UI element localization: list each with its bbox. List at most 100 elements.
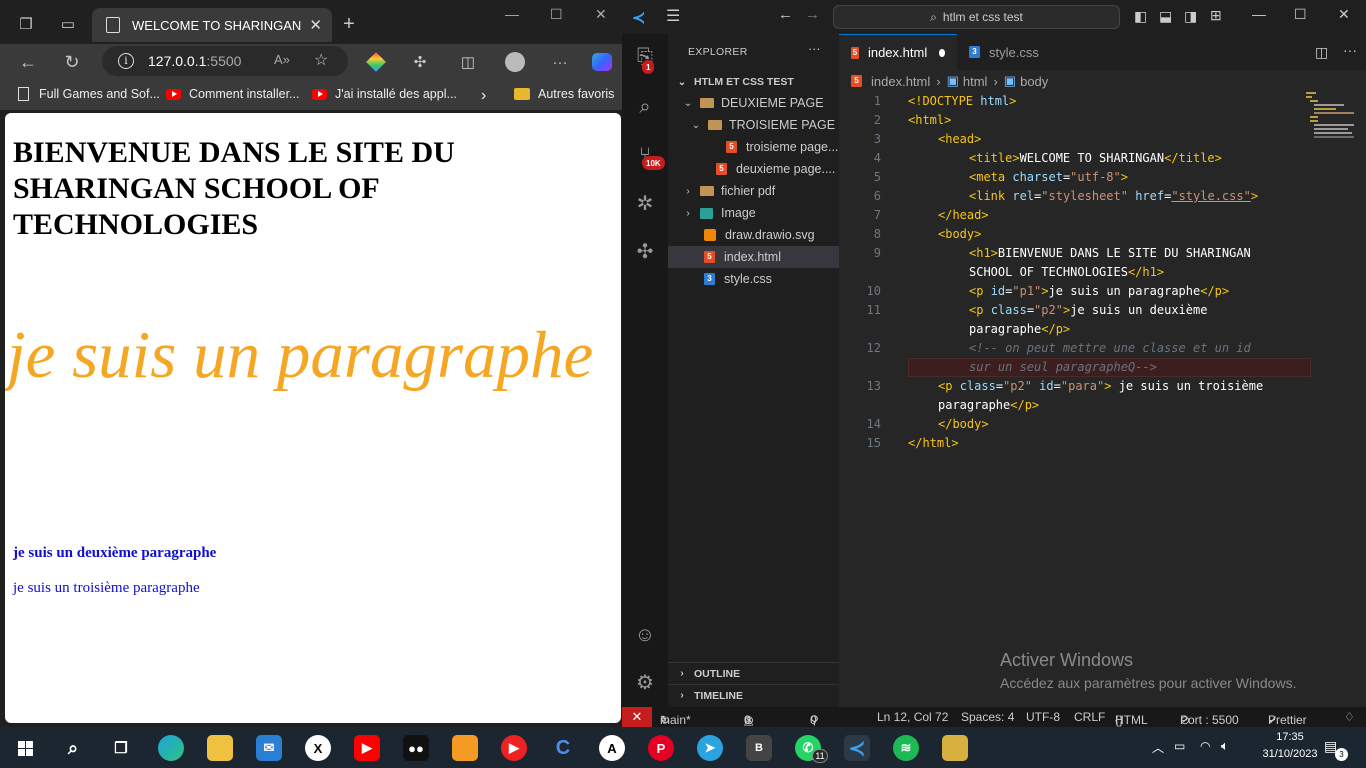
search-view-icon[interactable]: ⌕ [632, 94, 658, 120]
breadcrumb-item[interactable]: index.html [871, 74, 930, 89]
folder-icon [708, 120, 722, 130]
breadcrumb-item[interactable]: body [1020, 74, 1048, 89]
pinterest-icon[interactable]: P [648, 735, 674, 761]
more-menu-icon[interactable]: ··· [548, 50, 572, 74]
bookmarks-overflow-icon[interactable]: › [481, 87, 486, 105]
manage-gear-icon[interactable]: ⚙ [632, 669, 658, 695]
media-app-icon[interactable] [452, 735, 478, 761]
tree-item-style-css[interactable]: 3 style.css [668, 268, 839, 290]
tab-style-css[interactable]: 3 style.css [957, 34, 1057, 70]
tree-item-image[interactable]: › Image [668, 202, 839, 224]
end-of-line[interactable]: CRLF [1074, 710, 1105, 724]
other-favorites[interactable]: Autres favoris [514, 87, 614, 101]
line-number: 5 [873, 170, 881, 184]
copilot-icon[interactable] [590, 50, 614, 74]
unsaved-dot-icon[interactable] [939, 48, 945, 57]
tree-item-drawio[interactable]: draw.drawio.svg [668, 224, 839, 246]
player-icon[interactable]: ▶ [501, 735, 527, 761]
browser-tab[interactable]: WELCOME TO SHARINGAN ✕ [92, 8, 332, 42]
tab-actions-icon[interactable]: ▭ [56, 12, 80, 36]
bookmark-2[interactable]: Comment installer... [166, 87, 299, 101]
tree-item-troisieme-page-file[interactable]: 5 troisieme page... [668, 136, 839, 158]
tree-item-troisieme-page[interactable]: ⌄ TROISIEME PAGE [668, 114, 839, 136]
maximize-icon[interactable]: ☐ [1294, 6, 1307, 23]
code-editor[interactable]: 1 2 3 4 5 6 7 8 9 10 11 12 13 14 15 <!DO… [839, 92, 1366, 692]
nav-back-icon[interactable]: ← [778, 6, 793, 23]
extensions-icon[interactable]: ✣ [632, 238, 658, 264]
image-folder-icon [700, 207, 713, 219]
tab-index-html[interactable]: 5 index.html [839, 34, 957, 70]
outline-section[interactable]: › OUTLINE [668, 662, 839, 684]
menu-icon[interactable]: ☰ [666, 6, 680, 26]
toggle-panel-icon[interactable]: ⬓ [1159, 8, 1172, 25]
tree-item-fichier-pdf[interactable]: › fichier pdf [668, 180, 839, 202]
bookmark-1[interactable]: Full Games and Sof... [18, 87, 160, 101]
remote-indicator-icon[interactable]: ✕ [622, 707, 652, 727]
minimize-icon[interactable]: — [1252, 6, 1266, 22]
project-root[interactable]: ⌄ HTLM ET CSS TEST [668, 71, 839, 93]
tray-overflow-icon[interactable]: ︿ [1152, 739, 1164, 756]
extensions-puzzle-icon[interactable]: ✣ [408, 50, 432, 74]
profile-avatar[interactable] [503, 50, 527, 74]
wifi-icon[interactable]: ◠ [1200, 739, 1210, 753]
vscode-taskbar-icon[interactable]: ≺ [844, 735, 870, 761]
address-host: 127.0.0.1 [148, 53, 207, 69]
minimize-icon[interactable]: — [505, 6, 519, 22]
bookmark-3[interactable]: J'ai installé des appl... [312, 87, 457, 101]
tree-item-deuxieme-page-file[interactable]: 5 deuxieme page.... [668, 158, 839, 180]
minimap[interactable] [1304, 92, 1364, 152]
encoding[interactable]: UTF-8 [1026, 710, 1060, 724]
cursor-position[interactable]: Ln 12, Col 72 [877, 710, 948, 724]
extension-icon[interactable] [364, 50, 388, 74]
breadcrumb-item[interactable]: html [963, 74, 988, 89]
b-app-icon[interactable]: B [746, 735, 772, 761]
timeline-section[interactable]: › TIMELINE [668, 684, 839, 706]
accounts-icon[interactable]: ☺ [632, 622, 658, 648]
close-tab-icon[interactable]: ✕ [309, 16, 322, 34]
close-window-icon[interactable]: ✕ [595, 6, 607, 23]
search-icon[interactable]: ⌕ [60, 735, 86, 761]
refresh-icon[interactable]: ↻ [60, 50, 84, 74]
nav-forward-icon[interactable]: → [805, 6, 820, 23]
windows-start-icon[interactable] [12, 735, 38, 761]
maximize-icon[interactable]: ☐ [550, 6, 563, 23]
workspaces-icon[interactable]: ❒ [14, 12, 38, 36]
volume-icon[interactable]: 🔈︎ [1221, 738, 1229, 754]
tree-item-index-html[interactable]: 5 index.html [668, 246, 839, 268]
edge-icon[interactable] [158, 735, 184, 761]
command-center-search[interactable]: ⌕ htlm et css test [833, 5, 1120, 29]
file-explorer-icon[interactable] [207, 735, 233, 761]
customize-layout-icon[interactable]: ⊞ [1210, 7, 1222, 24]
video-editor-icon[interactable] [942, 735, 968, 761]
tree-item-deuxieme-page[interactable]: ⌄ DEUXIEME PAGE [668, 92, 839, 114]
split-editor-icon[interactable]: ◫ [1315, 44, 1328, 61]
telegram-icon[interactable]: ➤ [697, 735, 723, 761]
clock-time[interactable]: 17:35 [1250, 731, 1330, 743]
editor-more-icon[interactable]: ··· [1343, 42, 1357, 58]
indentation[interactable]: Spaces: 4 [961, 710, 1014, 724]
app-store-icon[interactable]: A [599, 735, 625, 761]
c-app-icon[interactable]: C [550, 735, 576, 761]
toggle-secondary-sidebar-icon[interactable]: ◨ [1184, 8, 1197, 25]
address-bar[interactable]: i 127.0.0.1:5500 A» ☆ [102, 46, 348, 76]
task-view-icon[interactable]: ❐ [108, 735, 134, 761]
mail-icon[interactable]: ✉ [256, 735, 282, 761]
toggle-sidebar-icon[interactable]: ◧ [1134, 8, 1147, 25]
read-aloud-icon[interactable]: A» [274, 52, 290, 67]
youtube-icon[interactable]: ▶ [354, 735, 380, 761]
explorer-more-icon[interactable]: ··· [808, 42, 821, 56]
medium-icon[interactable]: ●● [403, 735, 429, 761]
run-debug-icon[interactable]: ✲ [632, 190, 658, 216]
notifications-bell-icon[interactable]: ♢ [1344, 710, 1355, 724]
close-window-icon[interactable]: ✕ [1338, 6, 1350, 23]
site-info-icon[interactable]: i [118, 53, 134, 69]
x-icon[interactable]: X [305, 735, 331, 761]
youtube-icon [312, 88, 327, 100]
spotify-icon[interactable]: ≋ [893, 735, 919, 761]
back-icon[interactable]: ← [16, 50, 40, 74]
favorite-star-icon[interactable]: ☆ [314, 50, 328, 70]
split-screen-icon[interactable]: ◫ [456, 50, 480, 74]
clock-date[interactable]: 31/10/2023 [1246, 748, 1334, 760]
battery-icon[interactable]: ▭ [1174, 739, 1185, 753]
new-tab-icon[interactable]: + [337, 12, 361, 36]
